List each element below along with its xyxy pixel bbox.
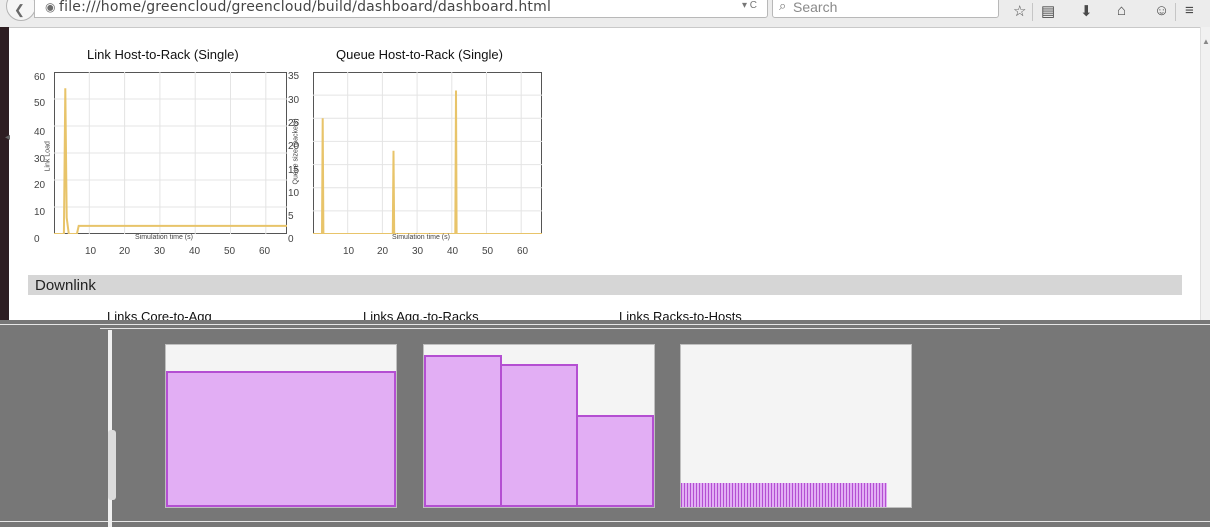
browser-toolbar: ❮ ◉ file:///home/greencloud/greencloud/b… (0, 0, 1210, 28)
y-tick: 50 (34, 98, 46, 109)
menu-icon[interactable]: ≡ (1185, 2, 1194, 19)
y-tick: 40 (34, 127, 46, 138)
racks-to-hosts-panel (680, 344, 912, 508)
x-tick: 20 (119, 246, 131, 257)
agg-to-racks-panel (423, 344, 655, 508)
sidebar-arrow-icon[interactable]: ◂ (5, 132, 10, 143)
x-axis-label: Simulation time (s) (392, 234, 450, 241)
y-axis-label: Queue size (packets) (292, 118, 300, 185)
y-tick: 35 (288, 71, 300, 82)
bar-series (681, 483, 887, 507)
downlink-section-header[interactable]: Downlink (28, 275, 1182, 295)
chart-title: Link Host-to-Rack (Single) (87, 47, 239, 62)
left-panel-edge: ◂ (0, 27, 10, 320)
y-tick: 10 (288, 188, 300, 199)
search-placeholder: Search (793, 0, 838, 15)
section-title: Downlink (35, 277, 96, 294)
y-tick: 30 (288, 95, 300, 106)
core-to-agg-panel (165, 344, 397, 508)
y-axis-label: Link Load (44, 141, 52, 172)
url-text: file:///home/greencloud/greencloud/build… (59, 0, 552, 15)
vertical-scrollbar[interactable]: ▲ (1200, 27, 1210, 320)
url-bar[interactable]: ◉ file:///home/greencloud/greencloud/bui… (34, 0, 768, 18)
toolbar-separator (1032, 3, 1033, 21)
plot-area (54, 72, 287, 234)
x-tick: 10 (85, 246, 97, 257)
bar (166, 371, 396, 507)
bar (576, 415, 654, 507)
globe-icon: ◉ (45, 0, 56, 14)
y-tick: 0 (288, 234, 294, 245)
y-tick: 30 (34, 154, 46, 165)
x-tick: 50 (224, 246, 236, 257)
chat-icon[interactable]: ☺ (1154, 2, 1169, 19)
bookmark-star-icon[interactable]: ☆ (1013, 2, 1026, 20)
glitch-line (100, 328, 1000, 329)
y-tick: 10 (34, 207, 46, 218)
x-tick: 20 (377, 246, 389, 257)
y-tick: 60 (34, 72, 46, 83)
back-button[interactable]: ❮ (6, 0, 36, 21)
x-tick: 10 (343, 246, 355, 257)
y-tick: 0 (34, 234, 40, 245)
scroll-up-icon[interactable]: ▲ (1202, 37, 1210, 46)
glitch-scroll-thumb (108, 430, 116, 500)
search-icon: ⌕ (779, 0, 787, 13)
back-arrow-icon: ❮ (14, 2, 25, 17)
download-icon[interactable]: ⬇ (1080, 2, 1093, 20)
x-tick: 40 (189, 246, 201, 257)
x-tick: 50 (482, 246, 494, 257)
y-tick: 20 (34, 180, 46, 191)
glitch-line (0, 521, 1210, 522)
x-axis-label: Simulation time (s) (135, 234, 193, 241)
x-tick: 60 (517, 246, 529, 257)
x-tick: 30 (154, 246, 166, 257)
reading-list-icon[interactable]: ▤ (1041, 2, 1055, 20)
glitch-line (0, 324, 1210, 325)
x-tick: 60 (259, 246, 271, 257)
y-tick: 5 (288, 211, 294, 222)
bar (500, 364, 578, 507)
home-icon[interactable]: ⌂ (1117, 2, 1126, 19)
search-bar[interactable]: ⌕ Search (772, 0, 999, 18)
toolbar-separator (1175, 3, 1176, 21)
corrupted-render-area (0, 320, 1210, 527)
chart-title: Queue Host-to-Rack (Single) (336, 47, 503, 62)
x-tick: 40 (447, 246, 459, 257)
bar (424, 355, 502, 507)
reload-icon[interactable]: ▾ C (742, 0, 757, 11)
x-tick: 30 (412, 246, 424, 257)
plot-area (313, 72, 542, 234)
